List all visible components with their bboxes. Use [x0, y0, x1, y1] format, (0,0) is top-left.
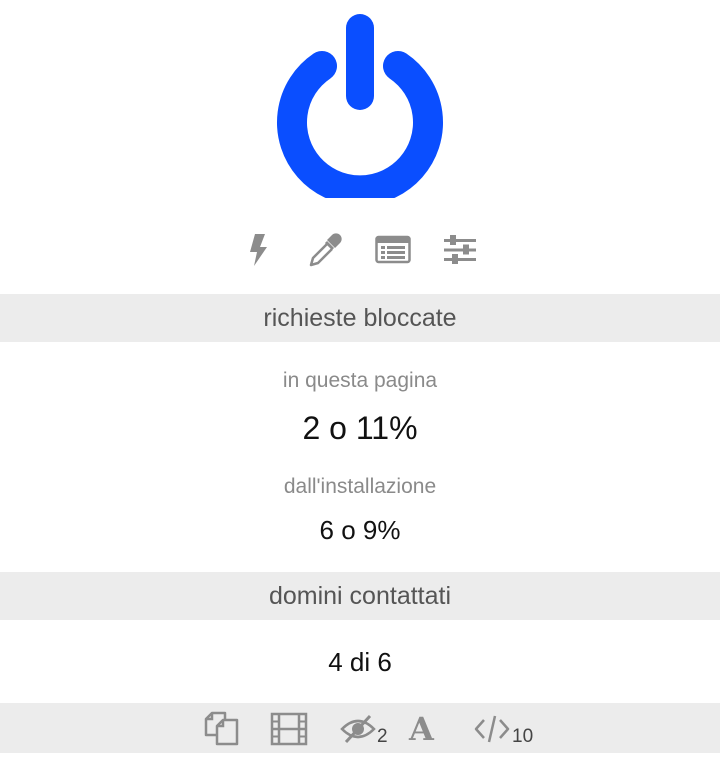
media-icon — [270, 712, 308, 746]
blocked-requests-header: richieste bloccate — [0, 294, 720, 342]
scripts-count: 10 — [512, 726, 534, 747]
cosmetic-filter-icon — [340, 714, 376, 744]
settings-sliders-icon — [444, 235, 476, 264]
scripts-icon — [474, 715, 510, 743]
per-site-switches: 2 A 10 — [0, 703, 720, 753]
logger-icon — [375, 235, 411, 264]
power-button[interactable] — [270, 8, 450, 206]
no-popups-toggle[interactable] — [236, 226, 280, 274]
cosmetic-filter-switch[interactable]: 2 — [340, 707, 388, 751]
popups-switch[interactable] — [203, 707, 241, 751]
remote-fonts-switch[interactable]: A — [409, 707, 434, 751]
domains-contacted-title: domini contattati — [268, 581, 452, 610]
logger-button[interactable] — [371, 226, 415, 274]
scripts-switch[interactable]: 10 — [473, 707, 533, 751]
media-switch[interactable] — [270, 707, 308, 751]
fonts-icon: A — [409, 710, 434, 748]
domains-contacted-header: domini contattati — [0, 572, 720, 620]
lightning-icon — [250, 234, 267, 266]
dashboard-button[interactable] — [438, 226, 482, 274]
popups-icon — [204, 711, 239, 746]
power-area — [0, 0, 720, 210]
since-install-blocked-value: 6 o 9% — [319, 515, 401, 545]
cosmetic-filter-count: 2 — [377, 726, 388, 747]
domains-contacted-value: 4 di 6 — [328, 647, 392, 677]
this-page-label: in questa pagina — [282, 369, 438, 392]
toolbar — [0, 226, 720, 274]
element-picker-button[interactable] — [303, 226, 347, 274]
blocked-requests-title: richieste bloccate — [263, 303, 457, 332]
eyedropper-icon — [309, 233, 342, 267]
since-install-label: dall'installazione — [283, 475, 437, 498]
power-icon — [277, 14, 443, 206]
this-page-blocked-value: 2 o 11% — [302, 410, 418, 446]
